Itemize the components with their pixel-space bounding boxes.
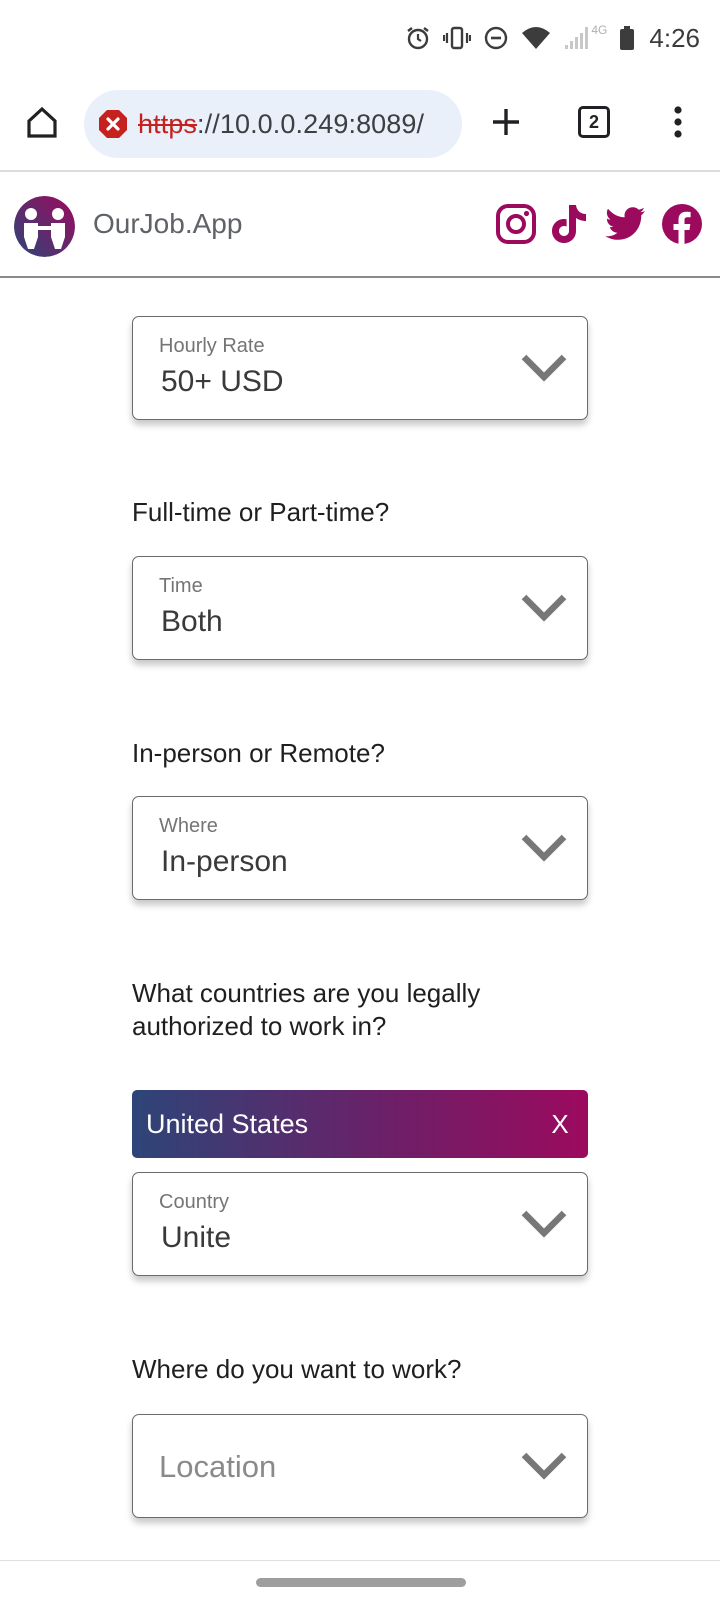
hourly-rate-label: Hourly Rate — [159, 335, 265, 357]
browser-menu-button[interactable] — [650, 94, 706, 150]
cell-signal-icon — [563, 25, 589, 51]
selected-country-label: United States — [146, 1108, 309, 1139]
remove-country-button[interactable]: X — [546, 1109, 574, 1140]
plus-icon — [493, 109, 519, 135]
time-label: Time — [159, 575, 203, 597]
home-icon — [27, 106, 57, 138]
where-label: Where — [159, 815, 218, 837]
site-header: OurJob.App — [0, 172, 720, 278]
chevron-down-icon — [521, 1210, 567, 1238]
system-nav-bar — [0, 1560, 720, 1600]
country-input-value: Unite — [161, 1221, 232, 1254]
alarm-icon — [405, 25, 431, 51]
country-select[interactable]: Country Unite — [132, 1172, 588, 1276]
countries-question: What countries are you legally authorize… — [132, 978, 481, 1041]
url-scheme: https — [138, 108, 198, 139]
home-button[interactable] — [14, 94, 70, 150]
logo[interactable] — [14, 196, 75, 257]
twitter-link[interactable] — [603, 202, 647, 246]
tiktok-icon — [552, 205, 586, 243]
where-value: In-person — [161, 845, 288, 878]
url-bar[interactable]: https://10.0.0.249:8089/ — [84, 90, 462, 158]
instagram-link[interactable] — [494, 202, 538, 246]
where-question: In-person or Remote? — [132, 738, 385, 768]
instagram-icon — [496, 204, 536, 244]
vibrate-icon — [443, 25, 472, 51]
battery-icon — [619, 25, 635, 51]
more-vert-icon — [674, 106, 682, 138]
facebook-icon — [662, 204, 702, 245]
where-select[interactable]: Where In-person — [132, 796, 588, 900]
twitter-icon — [605, 207, 645, 240]
status-clock: 4:26 — [649, 22, 700, 53]
location-question: Where do you want to work? — [132, 1354, 462, 1384]
url-host: ://10.0.0.249:8089/ — [197, 108, 425, 139]
selected-country-chip: United States X — [132, 1090, 588, 1158]
chevron-down-icon — [521, 354, 567, 382]
country-label: Country — [159, 1191, 230, 1213]
tab-switcher-button[interactable]: 2 — [566, 94, 622, 150]
time-value: Both — [161, 605, 223, 638]
logo-icon — [14, 196, 75, 257]
chevron-down-icon — [521, 1452, 567, 1480]
do-not-disturb-icon — [483, 25, 509, 51]
new-tab-button[interactable] — [478, 94, 534, 150]
tiktok-link[interactable] — [547, 202, 591, 246]
location-placeholder: Location — [159, 1449, 277, 1484]
facebook-link[interactable] — [660, 202, 704, 246]
tabs-icon: 2 — [578, 106, 610, 138]
time-question: Full-time or Part-time? — [132, 497, 390, 527]
wifi-icon — [521, 25, 551, 51]
status-bar: 4G 4:26 — [0, 0, 720, 80]
hourly-rate-select[interactable]: Hourly Rate 50+ USD — [132, 316, 588, 420]
time-select[interactable]: Time Both — [132, 556, 588, 660]
browser-toolbar: https://10.0.0.249:8089/ 2 — [0, 80, 720, 172]
status-icons: 4G 4:26 — [405, 20, 700, 56]
hourly-rate-value: 50+ USD — [161, 365, 284, 398]
brand-name[interactable]: OurJob.App — [93, 208, 242, 240]
url-text: https://10.0.0.249:8089/ — [138, 109, 424, 140]
chevron-down-icon — [521, 594, 567, 622]
tab-count: 2 — [588, 111, 599, 132]
network-type: 4G — [591, 23, 608, 37]
home-gesture-handle[interactable] — [256, 1578, 466, 1587]
not-secure-icon[interactable] — [98, 109, 128, 139]
location-select[interactable]: Location — [132, 1414, 588, 1518]
chevron-down-icon — [521, 834, 567, 862]
